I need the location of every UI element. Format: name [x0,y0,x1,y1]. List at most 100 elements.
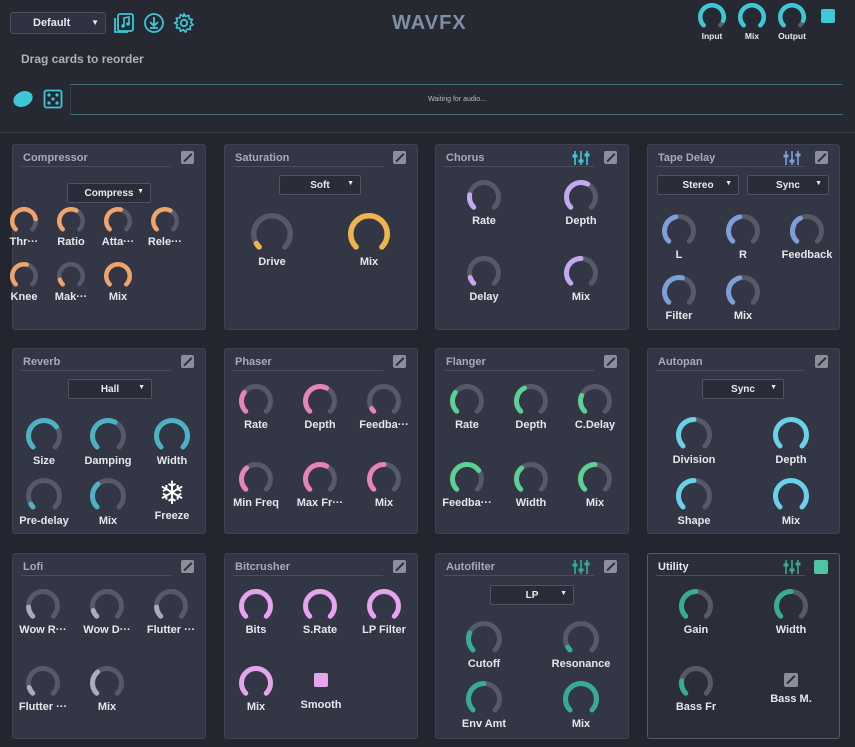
knob-0[interactable]: Cutoff [449,620,519,670]
io-knob-mix[interactable]: Mix [732,2,772,41]
dice-icon[interactable] [43,89,63,109]
knob-2[interactable]: Feedba··· [349,383,419,431]
knob-2[interactable]: Width [137,417,207,467]
knob-1[interactable]: R [708,213,778,261]
knob-3[interactable]: Mix [756,477,826,527]
knob-dial[interactable] [56,261,86,291]
knob-dial[interactable] [465,680,503,718]
edit-icon[interactable] [784,673,798,687]
knob-dial[interactable] [772,416,810,454]
knob-0[interactable]: Wow R··· [8,588,78,636]
knob-dial[interactable] [25,665,61,701]
knob-dial[interactable] [347,212,391,256]
knob-2[interactable]: LP Filter [349,588,419,636]
edit-icon[interactable] [604,560,617,573]
sliders-icon[interactable] [783,559,801,575]
knob-2[interactable]: Feedback [772,213,842,261]
output-knob[interactable] [777,2,807,32]
knob-dial[interactable] [563,179,599,215]
knob-dial[interactable] [661,213,697,249]
effect-card-autofilter[interactable]: Autofilter LP ▼ Cutoff Resonance Env Amt Mix [435,553,629,739]
knob-4[interactable]: Max Fr··· [285,461,355,509]
knob-dial[interactable] [577,383,613,419]
knob-3[interactable]: Mix [221,665,291,713]
knob-dial[interactable] [9,261,39,291]
knob-2[interactable]: Delay [449,255,519,303]
knob-2[interactable]: Flutter ··· [136,588,206,636]
knob-dial[interactable] [153,588,189,624]
knob-dial[interactable] [577,461,613,497]
knob-dial[interactable] [150,206,180,236]
knob-dial[interactable] [449,461,485,497]
preset-dropdown[interactable]: Default ▼ [10,12,106,34]
knob-dial[interactable] [56,206,86,236]
effect-card-saturation[interactable]: Saturation Soft ▼ Drive Mix [224,144,418,330]
knob-dial[interactable] [465,620,503,658]
knob-dial[interactable] [366,461,402,497]
knob-dial[interactable] [25,417,63,455]
knob-1[interactable]: Depth [546,179,616,227]
knob-4[interactable]: Mix [708,274,778,322]
knob-dial[interactable] [250,212,294,256]
knob-dial[interactable] [773,588,809,624]
effect-card-tape-delay[interactable]: Tape Delay Stereo ▼ Sync ▼ L R Feedback Filter Mi… [647,144,840,330]
knob-1[interactable]: S.Rate [285,588,355,636]
knob-dial[interactable] [449,383,485,419]
edit-icon[interactable] [181,151,194,164]
effect-card-chorus[interactable]: Chorus Rate Depth Delay Mix [435,144,629,330]
effect-card-lofi[interactable]: Lofi Wow R··· Wow D··· Flutter ··· Flutter ·… [12,553,206,739]
knob-dial[interactable] [302,383,338,419]
knob-1[interactable]: Depth [756,416,826,466]
knob-dial[interactable] [25,588,61,624]
knob-5[interactable]: Mix [349,461,419,509]
knob-dial[interactable] [513,461,549,497]
knob-dial[interactable] [513,383,549,419]
mode-dropdown[interactable]: Compress ▼ [67,183,151,203]
knob-dial[interactable] [789,213,825,249]
knob-3[interactable]: Min Freq [221,461,291,509]
knob-dial[interactable] [89,588,125,624]
knob-dial[interactable] [661,274,697,310]
knob-3[interactable]: Flutter ··· [8,665,78,713]
smooth-toggle[interactable]: Smooth [291,673,351,711]
gear-icon[interactable] [173,12,195,34]
knob-2[interactable]: Bass Fr [661,665,731,713]
master-power-button[interactable] [821,9,835,23]
effect-card-utility[interactable]: Utility Gain Width Bass Fr Bass M. [647,553,840,739]
edit-icon[interactable] [815,355,828,368]
knob-dial[interactable] [562,680,600,718]
knob-1[interactable]: Depth [496,383,566,431]
knob-3[interactable]: Mix [546,255,616,303]
knob-1[interactable]: Width [756,588,826,636]
knob-1[interactable]: Depth [285,383,355,431]
knob-1[interactable]: Wow D··· [72,588,142,636]
knob-dial[interactable] [238,461,274,497]
knob-dial[interactable] [678,665,714,701]
knob-dial[interactable] [302,588,338,624]
io-knob-output[interactable]: Output [772,2,812,41]
effect-card-flanger[interactable]: Flanger Rate Depth C.Delay Feedba··· Width Mix [435,348,629,534]
knob-0[interactable]: Rate [432,383,502,431]
knob-dial[interactable] [563,255,599,291]
knob-3[interactable]: Pre-delay [9,477,79,527]
knob-3[interactable]: Filter [644,274,714,322]
mode-dropdown-1[interactable]: Stereo ▼ [657,175,739,195]
knob-dial[interactable] [89,417,127,455]
knob-3[interactable]: Rele··· [130,206,200,248]
knob-0[interactable]: Drive [237,212,307,268]
knob-0[interactable]: L [644,213,714,261]
edit-icon[interactable] [393,355,406,368]
knob-dial[interactable] [103,261,133,291]
knob-1[interactable]: Resonance [546,620,616,670]
download-icon[interactable] [143,12,165,34]
knob-0[interactable]: Bits [221,588,291,636]
knob-4[interactable]: Mix [73,477,143,527]
knob-dial[interactable] [466,179,502,215]
sliders-icon[interactable] [572,150,590,166]
knob-0[interactable]: Division [659,416,729,466]
knob-dial[interactable] [302,461,338,497]
edit-icon[interactable] [604,151,617,164]
knob-dial[interactable] [103,206,133,236]
edit-icon[interactable] [393,560,406,573]
effect-card-reverb[interactable]: Reverb Hall ▼ Size Damping Width Pre-delay Mix ❄… [12,348,206,534]
